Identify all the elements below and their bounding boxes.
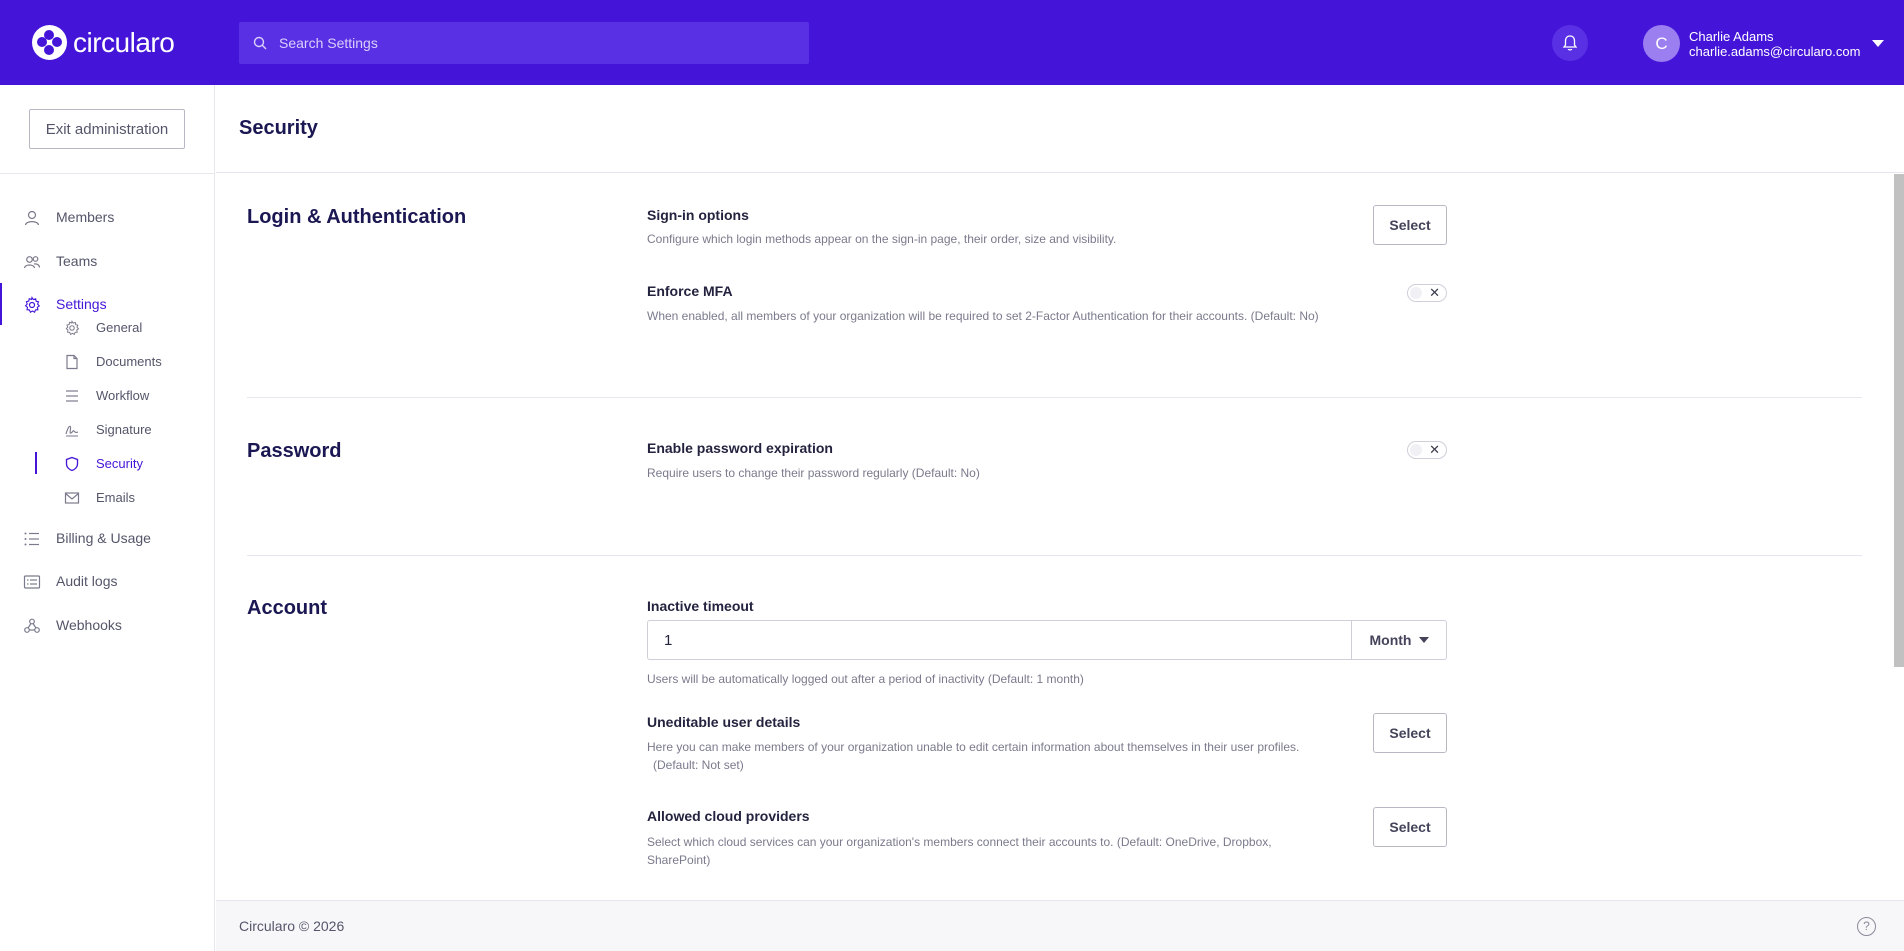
signature-icon <box>65 425 79 437</box>
toggle-knob <box>1410 287 1422 299</box>
sidebar-subitem-workflow[interactable]: Workflow <box>0 382 214 410</box>
sidebar-subitem-label: Signature <box>96 422 152 437</box>
sidebar-item-label: Audit logs <box>56 573 118 589</box>
enforce-mfa-label: Enforce MFA <box>647 283 733 299</box>
page-title: Security <box>239 117 318 139</box>
cloud-providers-desc: Select which cloud services can your org… <box>647 833 1272 869</box>
scrollbar[interactable] <box>1894 174 1904 667</box>
sidebar-subitem-label: Security <box>96 456 143 471</box>
user-icon <box>24 210 40 226</box>
timeout-unit-value: Month <box>1369 632 1412 648</box>
footer: Circularo © 2026 ? <box>216 900 1904 951</box>
inactive-timeout-field: Month <box>647 620 1447 660</box>
sidebar-subitem-emails[interactable]: Emails <box>0 484 214 512</box>
uneditable-details-desc-line2: (Default: Not set) <box>653 758 744 772</box>
password-expiration-desc: Require users to change their password r… <box>647 466 980 480</box>
inactive-timeout-input[interactable] <box>648 621 1351 659</box>
search-bar[interactable] <box>239 22 809 64</box>
settings-content: Login & Authentication Sign-in options C… <box>216 174 1904 900</box>
password-expiration-label: Enable password expiration <box>647 440 833 456</box>
sidebar-item-members[interactable]: Members <box>0 202 214 232</box>
user-email: charlie.adams@circularo.com <box>1689 43 1861 59</box>
cloud-providers-desc-line1: Select which cloud services can your org… <box>647 835 1272 849</box>
user-menu[interactable]: C Charlie Adams charlie.adams@circularo.… <box>1643 25 1885 62</box>
sidebar-item-webhooks[interactable]: Webhooks <box>0 610 214 640</box>
cloud-providers-desc-line2: SharePoint) <box>647 853 711 867</box>
section-title-login: Login & Authentication <box>247 206 467 228</box>
sidebar-subitem-documents[interactable]: Documents <box>0 348 214 376</box>
uneditable-details-desc-line1: Here you can make members of your organi… <box>647 740 1300 754</box>
uneditable-details-label: Uneditable user details <box>647 714 801 730</box>
sidebar-item-label: Billing & Usage <box>56 530 151 546</box>
chevron-down-icon <box>1419 637 1430 643</box>
page-header: Security <box>216 85 1904 173</box>
sidebar-item-label: Teams <box>56 253 98 269</box>
logo[interactable]: circularo <box>32 25 175 60</box>
sidebar-subitem-security[interactable]: Security <box>0 450 214 478</box>
search-icon <box>253 36 267 50</box>
sidebar-item-billing[interactable]: Billing & Usage <box>0 523 214 553</box>
sidebar-subitem-label: Emails <box>96 490 136 505</box>
section-divider <box>247 397 1862 398</box>
list-icon <box>24 532 39 546</box>
timeout-unit-select[interactable]: Month <box>1351 621 1447 659</box>
uneditable-details-desc: Here you can make members of your organi… <box>647 738 1299 774</box>
users-icon <box>23 256 41 269</box>
notifications-button[interactable] <box>1552 25 1588 61</box>
sidebar-subitem-label: General <box>96 320 143 335</box>
divider <box>0 173 214 174</box>
inactive-timeout-desc: Users will be automatically logged out a… <box>647 672 1084 686</box>
sidebar-subitem-label: Documents <box>96 354 162 369</box>
signin-options-label: Sign-in options <box>647 207 749 223</box>
exit-administration-button[interactable]: Exit administration <box>29 109 185 149</box>
document-icon <box>66 354 78 370</box>
search-input[interactable] <box>279 35 779 51</box>
cloud-providers-label: Allowed cloud providers <box>647 808 810 824</box>
help-icon[interactable]: ? <box>1857 917 1876 936</box>
lines-icon <box>66 390 78 402</box>
top-bar: circularo C Charlie Adams charlie.adams@… <box>0 0 1904 85</box>
user-name: Charlie Adams <box>1689 28 1774 44</box>
sidebar-subitem-label: Workflow <box>96 388 150 403</box>
sidebar-item-audit-logs[interactable]: Audit logs <box>0 566 214 596</box>
section-title-password: Password <box>247 440 342 462</box>
enforce-mfa-desc: When enabled, all members of your organi… <box>647 309 1319 323</box>
mail-icon <box>64 492 80 504</box>
gear-icon <box>65 320 80 336</box>
cloud-providers-select-button[interactable]: Select <box>1373 807 1447 847</box>
sidebar-item-label: Webhooks <box>56 617 122 633</box>
close-icon: ✕ <box>1429 285 1440 300</box>
password-expiration-toggle[interactable]: ✕ <box>1407 441 1447 459</box>
sidebar-item-teams[interactable]: Teams <box>0 246 214 276</box>
bell-icon <box>1562 35 1578 51</box>
shield-icon <box>65 456 79 472</box>
sidebar-subitem-signature[interactable]: Signature <box>0 416 214 444</box>
signin-options-select-button[interactable]: Select <box>1373 205 1447 245</box>
sidebar-subitem-general[interactable]: General <box>0 314 214 342</box>
circularo-logo-icon <box>32 25 67 60</box>
enforce-mfa-toggle[interactable]: ✕ <box>1407 284 1447 302</box>
log-icon <box>23 575 41 589</box>
section-divider <box>247 555 1862 556</box>
copyright-text: Circularo © 2026 <box>239 918 345 934</box>
toggle-knob <box>1410 444 1422 456</box>
gear-icon <box>24 296 41 313</box>
webhook-icon <box>24 618 40 633</box>
sidebar-item-label: Settings <box>56 296 107 312</box>
avatar: C <box>1643 25 1680 62</box>
close-icon: ✕ <box>1429 442 1440 457</box>
inactive-timeout-label: Inactive timeout <box>647 598 754 614</box>
chevron-down-icon[interactable] <box>1872 40 1885 47</box>
signin-options-desc: Configure which login methods appear on … <box>647 232 1117 246</box>
sidebar-item-label: Members <box>56 209 115 225</box>
section-title-account: Account <box>247 597 327 619</box>
sidebar: Exit administration Members Teams Settin… <box>0 85 215 951</box>
uneditable-details-select-button[interactable]: Select <box>1373 713 1447 753</box>
logo-text: circularo <box>73 26 175 58</box>
